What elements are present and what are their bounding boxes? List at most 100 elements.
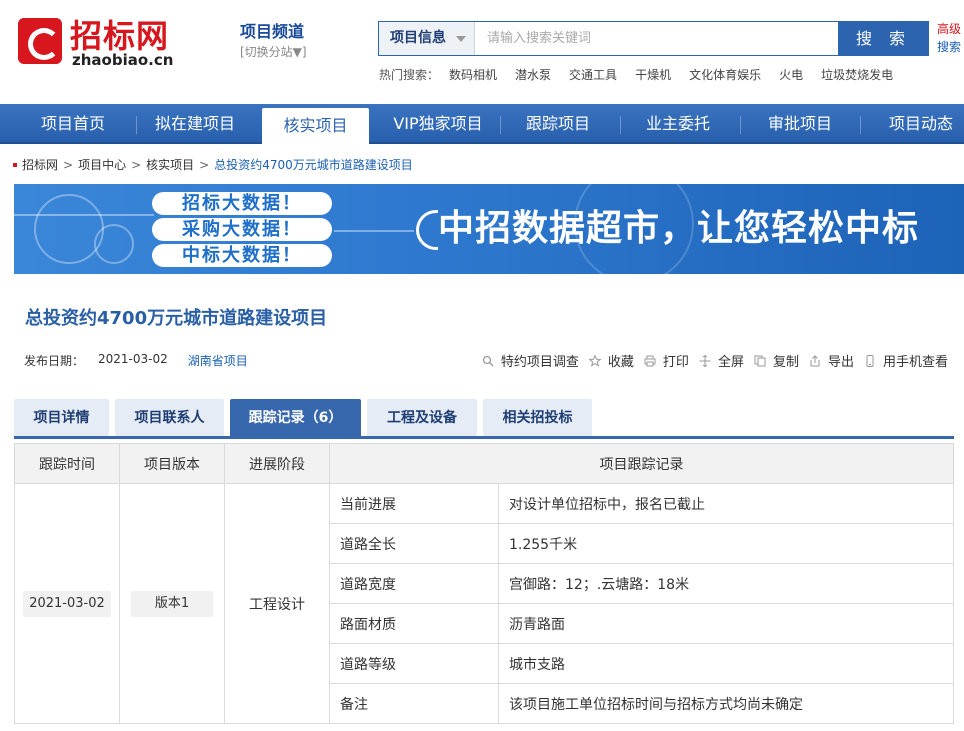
hot-search-item[interactable]: 交通工具 bbox=[569, 66, 617, 83]
record-value: 该项目施工单位招标时间与招标方式均尚未确定 bbox=[498, 683, 954, 724]
record-value: 1.255千米 bbox=[498, 523, 954, 564]
printer-icon bbox=[644, 355, 656, 366]
tab-project-detail[interactable]: 项目详情 bbox=[14, 399, 109, 437]
nav-item-approval[interactable]: 审批项目 bbox=[745, 104, 855, 144]
export-action[interactable]: 导出 bbox=[809, 351, 854, 370]
chevron-down-icon bbox=[456, 36, 466, 42]
promo-banner[interactable]: 招标大数据！ 采购大数据！ 中标大数据！ 中招数据超市，让您轻松中标 bbox=[14, 184, 964, 274]
print-action[interactable]: 打印 bbox=[644, 351, 689, 370]
column-header-version: 项目版本 bbox=[119, 443, 225, 484]
breadcrumb-separator: > bbox=[63, 157, 74, 172]
page-title: 总投资约4700万元城市道路建设项目 bbox=[25, 308, 328, 329]
hot-search-item[interactable]: 潜水泵 bbox=[515, 66, 551, 83]
banner-pill: 中标大数据！ bbox=[152, 244, 332, 267]
breadcrumb-item[interactable]: 招标网 bbox=[22, 156, 58, 173]
breadcrumb-current[interactable]: 总投资约4700万元城市道路建设项目 bbox=[214, 156, 413, 173]
export-icon bbox=[810, 354, 820, 366]
table-row: 2021-03-02 版本1 工程设计 当前进展 对设计单位招标中，报名已截止 bbox=[14, 483, 954, 724]
copy-action[interactable]: 复制 bbox=[754, 351, 799, 370]
nav-divider bbox=[620, 116, 621, 134]
tab-related-bidding[interactable]: 相关招投标 bbox=[483, 399, 592, 437]
fullscreen-action[interactable]: 全屏 bbox=[699, 351, 744, 370]
nav-divider bbox=[740, 116, 741, 134]
tab-engineering-equipment[interactable]: 工程及设备 bbox=[367, 399, 477, 437]
tracking-date: 2021-03-02 bbox=[23, 590, 111, 617]
nav-item-tracking[interactable]: 跟踪项目 bbox=[503, 104, 613, 144]
record-key: 道路全长 bbox=[329, 523, 499, 564]
column-header-stage: 进展阶段 bbox=[224, 443, 330, 484]
banner-bracket-decoration bbox=[416, 210, 438, 250]
hot-search-item[interactable]: 垃圾焚烧发电 bbox=[821, 66, 893, 83]
record-value: 沥青路面 bbox=[498, 603, 954, 644]
favorite-label: 收藏 bbox=[607, 355, 634, 370]
advanced-search-sub: 搜索 bbox=[937, 40, 962, 54]
tab-project-contacts[interactable]: 项目联系人 bbox=[115, 399, 224, 437]
breadcrumb-item[interactable]: 核实项目 bbox=[146, 156, 194, 173]
copy-icon bbox=[754, 355, 766, 366]
region-link[interactable]: 湖南省项目 bbox=[188, 352, 248, 369]
advanced-search-link[interactable]: 高级 搜索 bbox=[937, 20, 961, 56]
record-key: 当前进展 bbox=[329, 483, 499, 524]
nav-item-planned[interactable]: 拟在建项目 bbox=[140, 104, 250, 144]
publish-date: 2021-03-02 bbox=[98, 352, 168, 366]
record-key: 路面材质 bbox=[329, 603, 499, 644]
breadcrumb-separator: > bbox=[131, 157, 142, 172]
search-box: 项目信息 搜 索 bbox=[378, 21, 929, 56]
record-value: 城市支路 bbox=[498, 643, 954, 684]
banner-circuit-decoration bbox=[34, 194, 104, 264]
nav-item-news[interactable]: 项目动态 bbox=[866, 104, 964, 144]
banner-pill: 招标大数据！ bbox=[152, 192, 332, 215]
nav-divider bbox=[136, 116, 137, 134]
favorite-action[interactable]: 收藏 bbox=[588, 351, 634, 370]
version-cell: 版本1 bbox=[119, 483, 225, 724]
logo-text-en: zhaobiao.cn bbox=[72, 51, 174, 69]
column-header-records: 项目跟踪记录 bbox=[329, 443, 954, 484]
mobile-view-action[interactable]: 用手机查看 bbox=[864, 351, 948, 370]
project-meta: 发布日期： 2021-03-02 湖南省项目 bbox=[24, 352, 248, 369]
column-header-tracking-time: 跟踪时间 bbox=[14, 443, 120, 484]
search-input[interactable] bbox=[475, 22, 838, 55]
logo-mark-icon bbox=[18, 18, 62, 64]
record-value: 宫御路：12；.云塘路：18米 bbox=[498, 563, 954, 604]
logo-text-cn: 招标网 bbox=[70, 17, 170, 55]
nav-item-vip[interactable]: VIP独家项目 bbox=[383, 104, 493, 144]
site-logo[interactable]: 招标网 zhaobiao.cn bbox=[18, 18, 194, 68]
hot-search-label: 热门搜索： bbox=[379, 68, 440, 82]
channel-block: 项目频道 [切换分站▼] bbox=[240, 22, 307, 60]
nav-item-verified[interactable]: 核实项目 bbox=[262, 108, 369, 146]
tab-tracking-records[interactable]: 跟踪记录（6） bbox=[230, 399, 361, 437]
mobile-view-label: 用手机查看 bbox=[882, 355, 948, 370]
breadcrumb: 招标网 > 项目中心 > 核实项目 > 总投资约4700万元城市道路建设项目 bbox=[13, 156, 413, 173]
breadcrumb-item[interactable]: 项目中心 bbox=[78, 156, 126, 173]
search-type-select[interactable]: 项目信息 bbox=[379, 22, 475, 55]
nav-item-owner[interactable]: 业主委托 bbox=[623, 104, 733, 144]
banner-slogan: 中招数据超市，让您轻松中标 bbox=[438, 208, 920, 249]
main-nav: 项目首页 拟在建项目 核实项目 VIP独家项目 跟踪项目 业主委托 审批项目 项… bbox=[0, 104, 964, 146]
publish-date-label: 发布日期： bbox=[24, 354, 85, 368]
survey-action[interactable]: 特约项目调查 bbox=[482, 351, 579, 370]
banner-circuit-line bbox=[14, 214, 154, 216]
project-tabs: 项目详情 项目联系人 跟踪记录（6） 工程及设备 相关招投标 bbox=[14, 399, 954, 437]
nav-item-home[interactable]: 项目首页 bbox=[18, 104, 128, 144]
search-button[interactable]: 搜 索 bbox=[838, 21, 929, 56]
star-icon bbox=[588, 354, 601, 367]
banner-pill: 采购大数据！ bbox=[152, 218, 332, 241]
advanced-search-label: 高级 bbox=[937, 22, 962, 36]
table-header-row: 跟踪时间 项目版本 进展阶段 项目跟踪记录 bbox=[14, 443, 954, 484]
hot-search-item[interactable]: 干燥机 bbox=[635, 66, 671, 83]
tabs-underline bbox=[14, 436, 954, 439]
print-label: 打印 bbox=[662, 355, 689, 370]
switch-substation-link[interactable]: [切换分站▼] bbox=[240, 44, 307, 60]
search-icon bbox=[482, 355, 494, 366]
survey-label: 特约项目调查 bbox=[500, 355, 579, 370]
record-value: 对设计单位招标中，报名已截止 bbox=[498, 483, 954, 524]
version-label: 版本1 bbox=[130, 590, 214, 617]
hot-search-item[interactable]: 数码相机 bbox=[449, 66, 497, 83]
action-bar: 特约项目调查 收藏 打印 全屏 复制 导出 用手机查看 bbox=[472, 351, 948, 370]
hot-search-item[interactable]: 文化体育娱乐 bbox=[689, 66, 761, 83]
nav-divider bbox=[500, 116, 501, 134]
stage-cell: 工程设计 bbox=[224, 483, 330, 724]
mobile-phone-icon bbox=[866, 354, 874, 367]
banner-circuit-decoration bbox=[94, 224, 134, 264]
hot-search-item[interactable]: 火电 bbox=[779, 66, 803, 83]
